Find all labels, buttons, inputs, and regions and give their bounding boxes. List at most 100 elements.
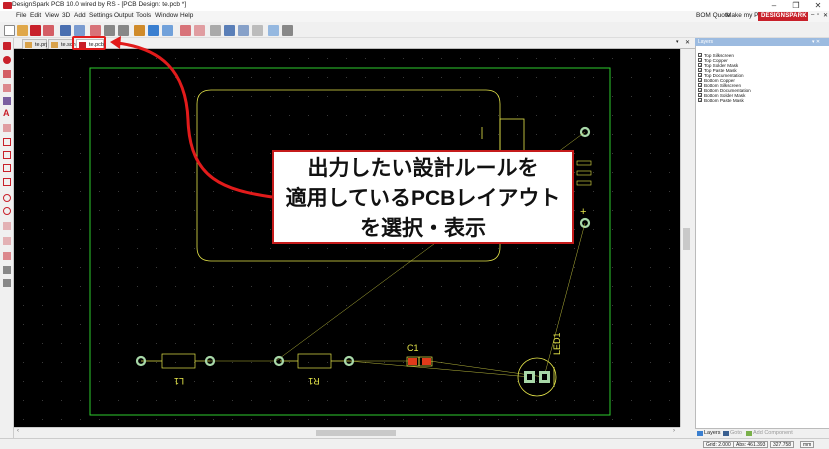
route-icon[interactable] <box>210 25 221 36</box>
save-all-icon[interactable] <box>43 25 54 36</box>
menu-edit[interactable]: Edit <box>30 12 41 19</box>
tab-highlight-box <box>72 36 106 50</box>
scroll-left-icon[interactable]: ‹ <box>17 428 19 434</box>
tab-te-prj[interactable]: te.prj <box>22 39 47 49</box>
arc-tool-icon[interactable] <box>3 124 11 132</box>
board-tool-icon[interactable] <box>3 279 11 287</box>
minimize-doc-icon[interactable]: – <box>811 12 814 18</box>
checkbox-icon[interactable]: ✓ <box>698 78 702 83</box>
properties-icon[interactable] <box>282 25 293 36</box>
menu-3d[interactable]: 3D <box>62 12 70 19</box>
no-entry-tool-icon[interactable] <box>3 207 11 215</box>
layer-label: Bottom Paste Mask <box>704 98 744 103</box>
zoom-in-icon[interactable] <box>104 25 115 36</box>
scroll-right-icon[interactable]: › <box>673 428 675 434</box>
menu-file[interactable]: File <box>16 12 26 19</box>
menu-view[interactable]: View <box>45 12 59 19</box>
save-icon[interactable] <box>30 25 41 36</box>
keepout-tool-icon[interactable] <box>3 178 11 186</box>
designspark-logo[interactable]: DESIGNSPARK <box>758 12 808 21</box>
layer-bottom-paste-mask[interactable]: ✓ Bottom Paste Mask <box>698 98 744 103</box>
horizontal-scroll-thumb[interactable] <box>316 430 396 436</box>
layer-icon[interactable] <box>162 25 173 36</box>
checkbox-icon[interactable]: ✓ <box>698 53 702 58</box>
menu-window[interactable]: Window <box>155 12 178 19</box>
tab-label: te.prj <box>35 42 48 48</box>
coord-readout: 327.758 <box>770 441 795 448</box>
copper-pour-icon[interactable] <box>224 25 235 36</box>
print-preview-icon[interactable] <box>74 25 85 36</box>
title-bar: DesignSpark PCB 10.0 wired by RS - [PCB … <box>0 0 829 11</box>
rectangle-tool-icon[interactable] <box>3 138 11 146</box>
checkbox-icon[interactable]: ✓ <box>698 73 702 78</box>
minimize-button[interactable]: – <box>763 0 785 11</box>
callout-line-2: 適用しているPCBレイアウト <box>285 187 561 210</box>
layers-tab-icon <box>697 431 703 436</box>
pad-tool-icon[interactable] <box>3 56 11 64</box>
restore-doc-icon[interactable]: ▫ <box>817 12 819 18</box>
battery-plus-label: + <box>580 206 586 218</box>
menu-settings[interactable]: Settings <box>89 12 113 19</box>
document-icon[interactable] <box>4 2 12 9</box>
checkbox-icon[interactable]: ✓ <box>698 88 702 93</box>
goto-tab-icon <box>723 431 729 436</box>
measure-tool-icon[interactable] <box>3 237 11 245</box>
dimension-tool-icon[interactable] <box>3 222 11 230</box>
r1-label: R1 <box>308 376 320 386</box>
maximize-button[interactable]: ❐ <box>785 0 807 11</box>
select-tool-icon[interactable] <box>3 42 11 50</box>
line-tool-icon[interactable] <box>3 84 11 92</box>
component-tool-icon[interactable] <box>3 266 11 274</box>
grid-icon[interactable] <box>148 25 159 36</box>
checkbox-icon[interactable]: ✓ <box>698 58 702 63</box>
menu-output[interactable]: Output <box>114 12 134 19</box>
schematic-file-icon <box>51 42 58 48</box>
auto-route-tool-icon[interactable] <box>3 252 11 260</box>
text-tool-icon[interactable]: A <box>3 108 10 118</box>
panel-pin-icon[interactable]: ▾ ✕ <box>812 38 820 46</box>
add-component-tab-icon <box>746 431 752 436</box>
delete-icon[interactable] <box>252 25 263 36</box>
select-icon[interactable] <box>268 25 279 36</box>
zoom-fit-icon[interactable] <box>134 25 145 36</box>
print-icon[interactable] <box>60 25 71 36</box>
tab-scroll-icon[interactable]: ▾ <box>676 39 679 45</box>
vertical-scroll-thumb[interactable] <box>683 228 690 250</box>
led1-label: LED1 <box>552 332 562 355</box>
area-tool-icon[interactable] <box>3 164 11 172</box>
menu-help[interactable]: Help <box>180 12 193 19</box>
callout-line-3: を選択・表示 <box>360 217 486 240</box>
undo-icon[interactable] <box>180 25 191 36</box>
checkbox-icon[interactable]: ✓ <box>698 83 702 88</box>
via-tool-icon[interactable] <box>3 97 11 105</box>
checkbox-icon[interactable]: ✓ <box>698 68 702 73</box>
close-doc-icon[interactable]: ✕ <box>823 12 828 19</box>
checkbox-icon[interactable]: ✓ <box>698 63 702 68</box>
close-button[interactable]: ✕ <box>807 0 829 11</box>
close-tab-icon[interactable]: ✕ <box>685 39 690 46</box>
document-tab-bar <box>14 38 695 49</box>
drc-icon[interactable] <box>238 25 249 36</box>
new-file-icon[interactable] <box>4 25 15 36</box>
zoom-out-icon[interactable] <box>118 25 129 36</box>
redo-icon[interactable] <box>194 25 205 36</box>
cut-icon[interactable] <box>90 25 101 36</box>
polygon-tool-icon[interactable] <box>3 151 11 159</box>
annotation-callout: 出力したい設計ルールを 適用しているPCBレイアウト を選択・表示 <box>272 150 574 244</box>
l1-label: L1 <box>174 376 184 386</box>
checkbox-icon[interactable]: ✓ <box>698 93 702 98</box>
tab-te-sch[interactable]: te.sch <box>48 39 76 49</box>
checkbox-icon[interactable]: ✓ <box>698 98 702 103</box>
abs-readout: Abs: 461.393 <box>733 441 769 448</box>
track-tool-icon[interactable] <box>3 70 11 78</box>
panel-tab-goto[interactable]: Goto <box>730 430 742 436</box>
panel-tab-layers[interactable]: Layers <box>704 430 721 436</box>
open-folder-icon[interactable] <box>17 25 28 36</box>
unit-readout[interactable]: mm <box>800 441 815 448</box>
circle-tool-icon[interactable] <box>3 194 11 202</box>
menu-add[interactable]: Add <box>74 12 86 19</box>
callout-line-1: 出力したい設計ルールを <box>307 157 539 180</box>
panel-tab-add-component[interactable]: Add Component <box>753 430 793 436</box>
window-title: DesignSpark PCB 10.0 wired by RS - [PCB … <box>12 1 187 8</box>
menu-tools[interactable]: Tools <box>136 12 151 19</box>
